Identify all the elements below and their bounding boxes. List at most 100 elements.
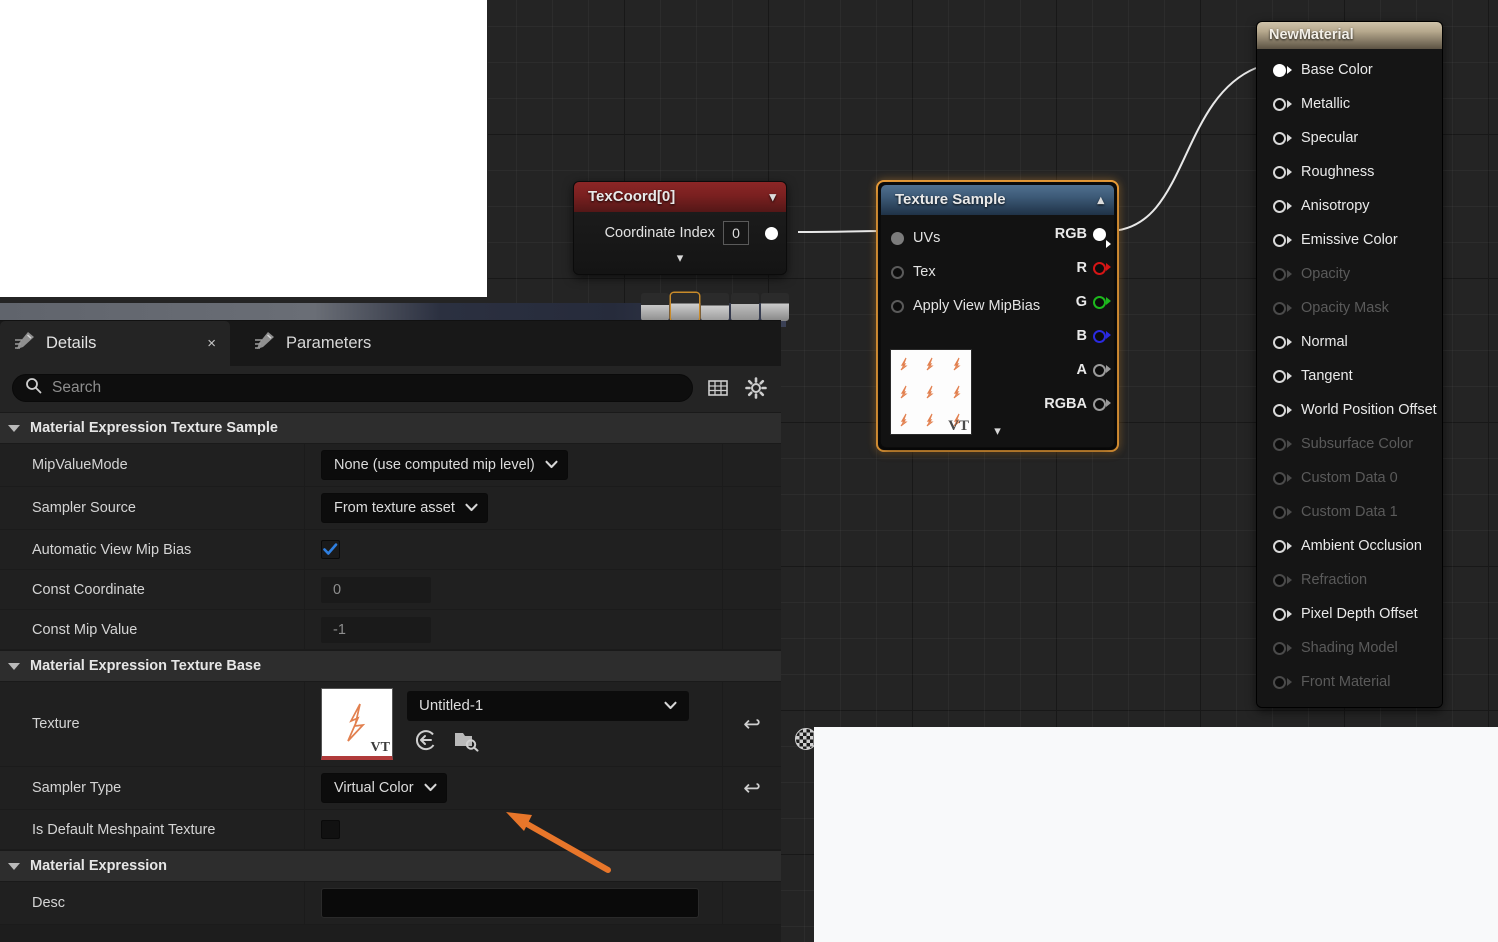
ts-pin-r[interactable] <box>1093 261 1106 275</box>
ts-pin-apply-view-mipbias[interactable] <box>891 299 904 313</box>
material-input-row[interactable]: Specular <box>1257 121 1442 155</box>
preview-mesh-custom-icon[interactable] <box>761 293 789 321</box>
material-input-row[interactable]: Pixel Depth Offset <box>1257 597 1442 631</box>
property-checkbox[interactable] <box>321 820 340 839</box>
material-input-row[interactable]: World Position Offset <box>1257 393 1442 427</box>
texture-asset-picker[interactable]: Untitled-1 <box>407 690 689 721</box>
ts-pin-a[interactable] <box>1093 363 1106 377</box>
ts-pin-b[interactable] <box>1093 329 1106 343</box>
preview-mesh-cylinder-icon[interactable] <box>641 293 669 321</box>
property-combo-box[interactable]: From texture asset <box>321 493 488 523</box>
node-new-material[interactable]: NewMaterial Base Color Metallic Specular Ro… <box>1256 21 1443 708</box>
material-input-pin[interactable] <box>1273 335 1292 349</box>
node-texture-sample[interactable]: Texture Sample ▴ UVs Tex Apply View MipB… <box>876 180 1119 452</box>
triangle-down-icon[interactable] <box>8 662 20 670</box>
material-input-pin[interactable] <box>1273 641 1292 655</box>
gear-icon[interactable] <box>743 375 769 401</box>
material-input-row[interactable]: Metallic <box>1257 87 1442 121</box>
material-input-pin[interactable] <box>1273 165 1292 179</box>
triangle-down-icon[interactable] <box>8 862 20 870</box>
material-input-row[interactable]: Emissive Color <box>1257 223 1442 257</box>
preview-mesh-shape-toolbar[interactable] <box>641 293 789 321</box>
chevron-down-icon[interactable] <box>465 500 478 516</box>
material-input-row[interactable]: Front Material <box>1257 665 1442 699</box>
material-input-row[interactable]: Tangent <box>1257 359 1442 393</box>
property-number-input[interactable]: -1 <box>321 616 431 643</box>
property-combo-box[interactable]: Virtual Color <box>321 773 447 803</box>
triangle-down-icon[interactable] <box>8 424 20 432</box>
property-checkbox[interactable] <box>321 540 340 559</box>
texcoord-coordinate-index-input[interactable]: 0 <box>723 221 749 245</box>
tab-details-close-icon[interactable]: × <box>207 335 216 352</box>
material-input-pin[interactable] <box>1273 301 1292 315</box>
material-input-pin[interactable] <box>1273 369 1292 383</box>
property-reset-button[interactable]: ↩ <box>723 767 781 809</box>
material-input-pin[interactable] <box>1273 233 1292 247</box>
ts-output-row-g[interactable]: G <box>1076 294 1111 310</box>
preview-mesh-sphere-icon[interactable] <box>671 293 699 321</box>
chevron-down-icon[interactable]: ▾ <box>769 190 776 203</box>
material-input-pin[interactable] <box>1273 539 1292 553</box>
material-input-pin[interactable] <box>1273 131 1292 145</box>
material-input-row[interactable]: Shading Model <box>1257 631 1442 665</box>
property-combo-box[interactable]: None (use computed mip level) <box>321 450 568 480</box>
material-input-row[interactable]: Base Color <box>1257 53 1442 87</box>
ts-output-row-rgba[interactable]: RGBA <box>1044 396 1111 412</box>
ts-output-row-a[interactable]: A <box>1077 362 1111 378</box>
material-input-pin[interactable] <box>1273 471 1292 485</box>
node-texcoord[interactable]: TexCoord[0] ▾ Coordinate Index 0 ▾ <box>573 181 787 275</box>
material-input-pin[interactable] <box>1273 199 1292 213</box>
material-input-row[interactable]: Opacity Mask <box>1257 291 1442 325</box>
texcoord-output-pin[interactable] <box>765 226 778 240</box>
use-selected-asset-icon[interactable] <box>413 727 439 758</box>
material-input-row[interactable]: Roughness <box>1257 155 1442 189</box>
property-text-input[interactable] <box>321 888 699 918</box>
preview-mesh-cube-icon[interactable] <box>731 293 759 321</box>
ts-pin-rgb[interactable] <box>1093 227 1106 241</box>
ts-output-row-rgb[interactable]: RGB <box>1055 226 1111 248</box>
texcoord-expand-toggle[interactable]: ▾ <box>574 248 786 272</box>
material-input-pin[interactable] <box>1273 97 1292 111</box>
material-input-row[interactable]: Ambient Occlusion <box>1257 529 1442 563</box>
column-settings-icon[interactable] <box>705 375 731 401</box>
property-category-header[interactable]: Material Expression Texture Sample <box>0 412 781 444</box>
material-input-pin[interactable] <box>1273 607 1292 621</box>
chevron-up-icon[interactable]: ▴ <box>1097 193 1104 206</box>
material-input-row[interactable]: Subsurface Color <box>1257 427 1442 461</box>
chevron-down-icon[interactable] <box>423 780 437 796</box>
property-category-header[interactable]: Material Expression Texture Base <box>0 650 781 682</box>
search-input[interactable]: Search <box>12 374 693 402</box>
chevron-down-icon[interactable] <box>664 697 677 714</box>
material-input-pin[interactable] <box>1273 573 1292 587</box>
ts-output-row-b[interactable]: B <box>1077 328 1111 344</box>
material-input-row[interactable]: Anisotropy <box>1257 189 1442 223</box>
texture-sample-expand-toggle[interactable]: ▾ <box>881 421 1114 445</box>
browse-to-asset-icon[interactable] <box>453 728 479 757</box>
tab-details[interactable]: Details × <box>0 321 230 366</box>
material-input-pin[interactable] <box>1273 267 1292 281</box>
property-number-input[interactable]: 0 <box>321 576 431 603</box>
ts-pin-tex[interactable] <box>891 265 904 279</box>
material-input-row[interactable]: Refraction <box>1257 563 1442 597</box>
ts-pin-uvs[interactable] <box>891 231 904 245</box>
material-input-pin[interactable] <box>1273 505 1292 519</box>
reset-arrow-icon[interactable]: ↩ <box>743 778 761 799</box>
material-input-pin[interactable] <box>1273 437 1292 451</box>
property-category-header[interactable]: Material Expression <box>0 850 781 882</box>
tab-parameters[interactable]: Parameters <box>240 321 385 366</box>
material-input-row[interactable]: Opacity <box>1257 257 1442 291</box>
material-input-row[interactable]: Custom Data 0 <box>1257 461 1442 495</box>
property-reset-button[interactable]: ↩ <box>723 682 781 766</box>
material-input-row[interactable]: Custom Data 1 <box>1257 495 1442 529</box>
chevron-down-icon[interactable] <box>545 457 558 473</box>
reset-arrow-icon[interactable]: ↩ <box>743 714 761 735</box>
ts-pin-g[interactable] <box>1093 295 1106 309</box>
material-input-row[interactable]: Normal <box>1257 325 1442 359</box>
preview-mesh-plane-icon[interactable] <box>701 293 729 321</box>
material-input-pin[interactable] <box>1273 675 1292 689</box>
ts-pin-rgba[interactable] <box>1093 397 1106 411</box>
texture-thumbnail[interactable]: VT <box>321 688 393 760</box>
material-input-pin[interactable] <box>1273 403 1292 417</box>
material-input-pin[interactable] <box>1273 63 1292 77</box>
ts-output-row-r[interactable]: R <box>1077 260 1111 276</box>
